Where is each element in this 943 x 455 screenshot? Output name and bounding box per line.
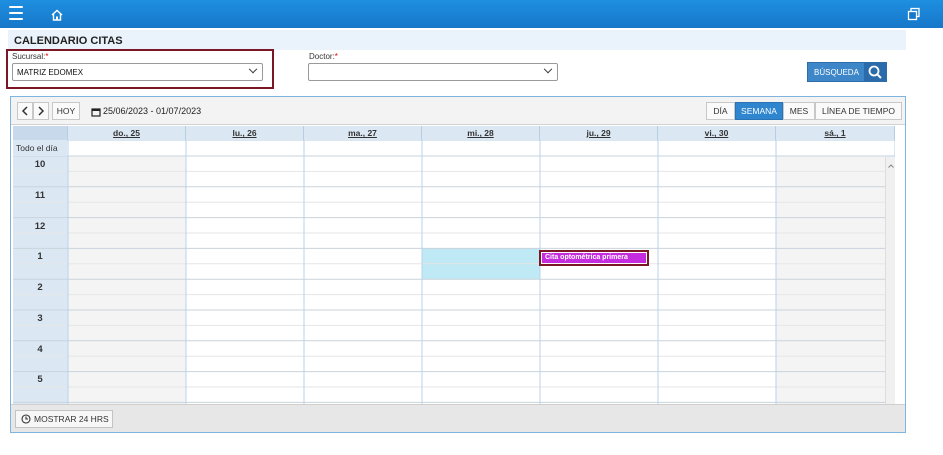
prev-week-button[interactable] — [17, 102, 33, 120]
app-top-bar — [0, 0, 943, 28]
show-24-hours-button[interactable]: MOSTRAR 24 HRS — [15, 410, 113, 428]
scroll-up-icon[interactable] — [886, 162, 895, 170]
sucursal-value: MATRIZ EDOMEX — [17, 68, 84, 77]
view-day-tab[interactable]: DÍA — [706, 102, 735, 120]
day-header[interactable]: lu., 26 — [186, 126, 304, 140]
corner-cell — [13, 126, 68, 140]
hour-label: 4 — [37, 344, 43, 355]
chevron-right-icon — [38, 106, 45, 116]
hour-label: 1 — [37, 251, 43, 262]
hour-label: 2 — [37, 282, 43, 293]
calendar-icon — [91, 108, 101, 117]
chevron-down-icon — [248, 64, 258, 74]
sucursal-select[interactable]: MATRIZ EDOMEX — [12, 63, 263, 81]
next-week-button[interactable] — [33, 102, 49, 120]
appointment-event[interactable]: Cita optométrica primera — [542, 253, 646, 263]
calendar-scrollbar[interactable] — [885, 157, 895, 404]
all-day-label: Todo el día — [13, 140, 67, 156]
day-header[interactable]: sá., 1 — [776, 126, 895, 140]
sucursal-label: Sucursal:* — [12, 52, 49, 61]
hour-label: 11 — [34, 190, 46, 201]
window-restore-icon[interactable] — [907, 7, 921, 21]
weekend-shade — [68, 156, 186, 404]
show-24-hours-label: MOSTRAR 24 HRS — [34, 414, 109, 424]
today-button[interactable]: HOY — [52, 102, 80, 120]
hour-label: 3 — [37, 313, 43, 324]
view-month-tab[interactable]: MES — [783, 102, 815, 120]
day-header[interactable]: ju., 29 — [540, 126, 658, 140]
event-highlight: Cita optométrica primera — [539, 250, 649, 266]
hour-label: 10 — [34, 159, 46, 170]
day-header[interactable]: do., 25 — [68, 126, 186, 140]
chevron-left-icon — [21, 106, 28, 116]
magnifier-icon — [864, 63, 886, 81]
home-icon[interactable] — [50, 8, 64, 22]
grid-lines — [13, 139, 895, 404]
date-range[interactable]: 25/06/2023 - 01/07/2023 — [103, 106, 201, 116]
doctor-select[interactable] — [308, 63, 558, 81]
chevron-down-icon — [543, 64, 553, 74]
panel-header — [8, 30, 906, 50]
search-button-label: BÚSQUEDA — [814, 68, 859, 77]
doctor-label: Doctor:* — [309, 52, 338, 61]
day-header[interactable]: mi., 28 — [422, 126, 540, 140]
weekend-shade — [776, 156, 885, 404]
calendar-toolbar: HOY 25/06/2023 - 01/07/2023 DÍA SEMANA M… — [11, 97, 905, 125]
search-button[interactable]: BÚSQUEDA — [807, 62, 887, 82]
hour-label: 12 — [34, 221, 46, 232]
hour-label: 5 — [37, 374, 43, 385]
page-title: CALENDARIO CITAS — [14, 35, 123, 47]
view-timeline-tab[interactable]: LÍNEA DE TIEMPO — [815, 102, 902, 120]
clock-icon — [21, 414, 31, 424]
week-grid: do., 25 lu., 26 ma., 27 mi., 28 ju., 29 … — [13, 126, 895, 404]
view-week-tab[interactable]: SEMANA — [735, 102, 783, 120]
day-header[interactable]: vi., 30 — [658, 126, 776, 140]
calendar-widget: HOY 25/06/2023 - 01/07/2023 DÍA SEMANA M… — [10, 96, 906, 433]
menu-icon[interactable] — [9, 6, 23, 20]
calendar-footer: MOSTRAR 24 HRS — [11, 404, 905, 432]
day-header[interactable]: ma., 27 — [304, 126, 422, 140]
